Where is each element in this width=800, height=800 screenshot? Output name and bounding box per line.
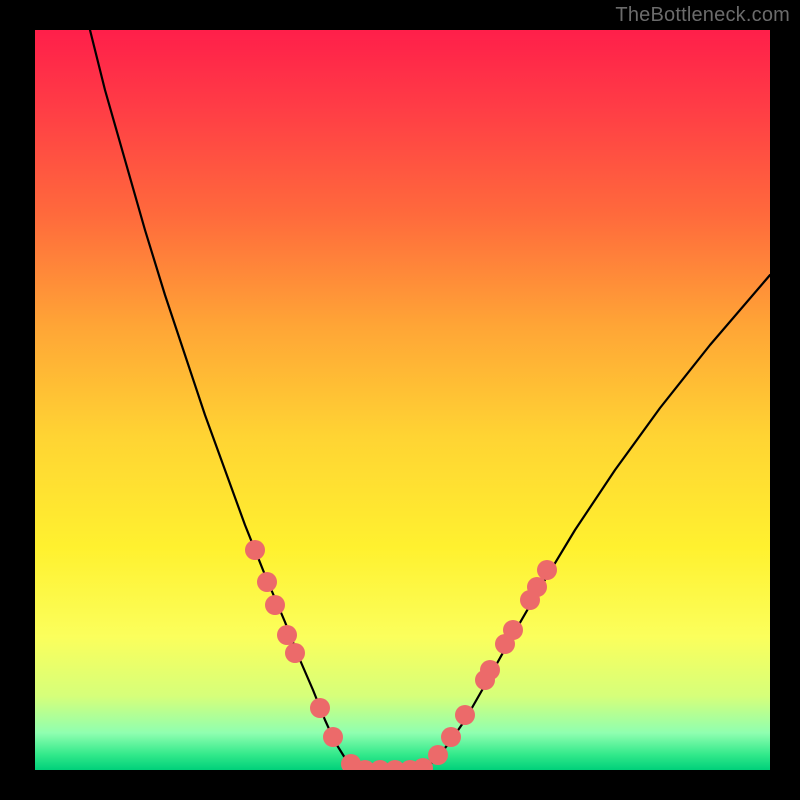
highlight-dot (537, 560, 557, 580)
highlight-dot (480, 660, 500, 680)
highlight-dot (503, 620, 523, 640)
highlight-dot (245, 540, 265, 560)
chart-plot-area (35, 30, 770, 770)
highlight-dot (257, 572, 277, 592)
highlight-dot (527, 577, 547, 597)
highlight-dot (323, 727, 343, 747)
chart-svg (35, 30, 770, 770)
watermark-text: TheBottleneck.com (615, 4, 790, 27)
highlight-dot (428, 745, 448, 765)
marker-group (245, 540, 557, 770)
highlight-dot (310, 698, 330, 718)
highlight-dot (441, 727, 461, 747)
chart-frame: TheBottleneck.com (0, 0, 800, 800)
curve-group (90, 30, 770, 770)
highlight-dot (277, 625, 297, 645)
bottleneck-curve (90, 30, 770, 770)
highlight-dot (285, 643, 305, 663)
highlight-dot (265, 595, 285, 615)
highlight-dot (455, 705, 475, 725)
